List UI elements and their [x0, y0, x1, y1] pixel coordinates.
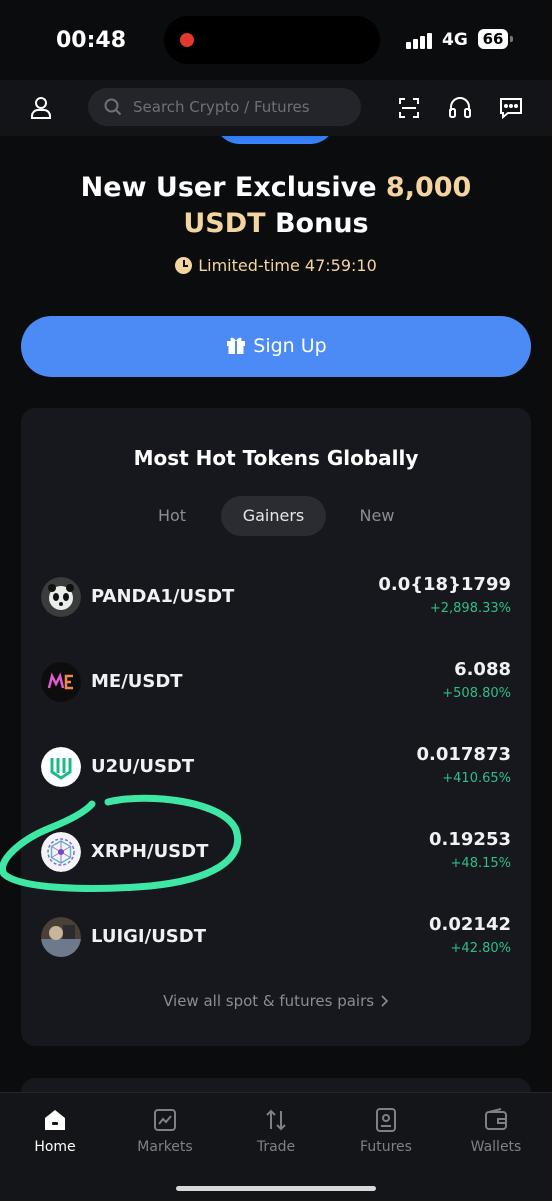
token-change: +2,898.33%: [429, 601, 511, 616]
me-token-icon: [41, 662, 81, 702]
token-pair: XRPH/USDT: [91, 841, 209, 862]
token-price: 0.02142: [429, 914, 511, 935]
trade-arrows-icon: [266, 1109, 286, 1131]
u2u-token-icon: [41, 747, 81, 787]
view-all-label: View all spot & futures pairs: [163, 992, 375, 1010]
promo-amount: 8,000: [385, 172, 472, 203]
promo-currency: USDT: [183, 208, 266, 239]
hot-tokens-card: Most Hot Tokens Globally Hot Gainers New…: [21, 408, 531, 1046]
timer-label: Limited-time 47:59:10: [198, 256, 377, 275]
nav-futures-label: Futures: [360, 1139, 412, 1155]
signup-button[interactable]: Sign Up: [21, 316, 531, 377]
nav-markets[interactable]: Markets: [115, 1107, 215, 1155]
nav-wallets[interactable]: Wallets: [446, 1107, 546, 1155]
promo-title-suffix: Bonus: [265, 208, 369, 239]
card-title: Most Hot Tokens Globally: [133, 446, 419, 470]
tab-hot[interactable]: Hot: [139, 496, 205, 536]
promo-title: New User Exclusive 8,000 USDT Bonus: [0, 170, 552, 242]
view-all-link[interactable]: View all spot & futures pairs: [21, 992, 531, 1010]
token-pair: ME/USDT: [91, 671, 183, 692]
nav-home[interactable]: Home: [5, 1107, 105, 1155]
token-pair: U2U/USDT: [91, 756, 195, 777]
dynamic-island: [164, 16, 380, 64]
promo-title-text: New User Exclusive: [80, 172, 386, 203]
markets-chart-icon: [154, 1109, 176, 1131]
scan-icon[interactable]: [395, 94, 423, 122]
bottom-nav: Home Markets Trade Futures Wallets: [0, 1092, 552, 1201]
search-icon: [104, 98, 122, 116]
token-pair: PANDA1/USDT: [91, 586, 235, 607]
search-input[interactable]: Search Crypto / Futures: [88, 88, 361, 126]
token-price: 0.0{18}1799: [378, 574, 511, 595]
token-price: 0.19253: [429, 829, 511, 850]
token-row-luigi[interactable]: LUIGI/USDT 0.02142 +42.80%: [21, 908, 531, 968]
panda-token-icon: [41, 577, 81, 617]
chevron-right-icon: [381, 995, 389, 1007]
nav-trade[interactable]: Trade: [226, 1107, 326, 1155]
home-icon: [45, 1110, 65, 1130]
tab-gainers[interactable]: Gainers: [221, 496, 326, 536]
network-type: 4G: [442, 30, 468, 50]
search-placeholder: Search Crypto / Futures: [133, 98, 310, 116]
token-row-me[interactable]: ME/USDT 6.088 +508.80%: [21, 653, 531, 713]
token-change: +508.80%: [442, 686, 511, 701]
token-row-xrph[interactable]: XRPH/USDT 0.19253 +48.15%: [21, 823, 531, 883]
wallet-icon: [485, 1108, 507, 1130]
token-row-panda1[interactable]: PANDA1/USDT 0.0{18}1799 +2,898.33%: [21, 568, 531, 628]
chat-icon[interactable]: [497, 94, 525, 122]
battery-icon: 66: [478, 29, 513, 49]
token-price: 6.088: [454, 659, 511, 680]
nav-wallets-label: Wallets: [470, 1139, 522, 1155]
nav-home-label: Home: [34, 1139, 76, 1155]
user-icon[interactable]: [27, 94, 55, 122]
signal-icon: [406, 30, 434, 49]
promo-timer: Limited-time 47:59:10: [0, 256, 552, 275]
headset-icon[interactable]: [446, 94, 474, 122]
tab-new[interactable]: New: [343, 496, 411, 536]
token-pair: LUIGI/USDT: [91, 926, 206, 947]
signup-label: Sign Up: [253, 335, 327, 357]
status-bar: 00:48 4G 66: [0, 0, 552, 80]
nav-trade-label: Trade: [256, 1139, 296, 1155]
status-time: 00:48: [56, 28, 127, 53]
token-row-u2u[interactable]: U2U/USDT 0.017873 +410.65%: [21, 738, 531, 798]
luigi-token-icon: [41, 917, 81, 957]
home-indicator: [176, 1186, 376, 1191]
nav-futures[interactable]: Futures: [336, 1107, 436, 1155]
token-tabs: Hot Gainers New: [21, 496, 531, 536]
gift-icon: [227, 337, 246, 354]
token-change: +48.15%: [450, 856, 511, 871]
token-price: 0.017873: [416, 744, 511, 765]
clock-icon: [175, 257, 193, 274]
recording-dot-icon: [180, 33, 194, 47]
nav-markets-label: Markets: [137, 1139, 193, 1155]
token-change: +410.65%: [442, 771, 511, 786]
token-change: +42.80%: [450, 941, 511, 956]
top-nav: Search Crypto / Futures: [0, 80, 552, 136]
xrph-token-icon: [41, 832, 81, 872]
futures-icon: [376, 1108, 396, 1132]
